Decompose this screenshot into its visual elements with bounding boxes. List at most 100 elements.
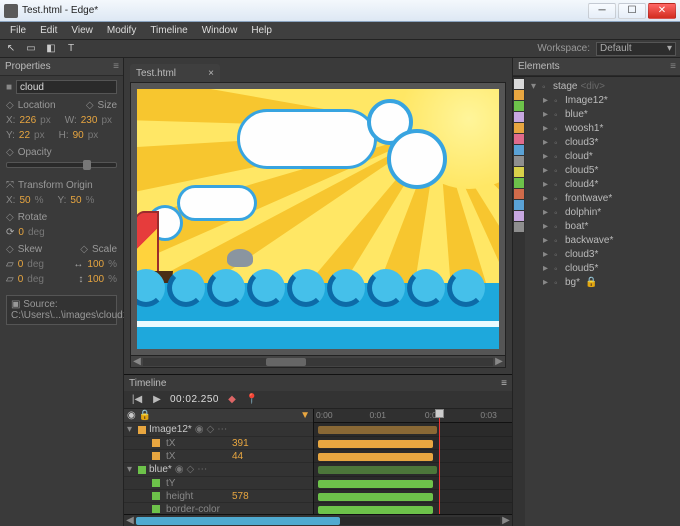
stage-area[interactable]	[130, 82, 506, 356]
element-stage-row[interactable]: ▾ ◦ stage <div>	[525, 79, 680, 93]
twisty-icon[interactable]: ▸	[543, 123, 551, 134]
diamond-icon[interactable]: ◇	[6, 212, 14, 223]
selection-tool-icon[interactable]: ↖	[4, 42, 18, 56]
eye-icon[interactable]: ◦	[554, 250, 562, 258]
rounded-rect-tool-icon[interactable]: ◧	[44, 42, 58, 56]
element-row[interactable]: ▸◦cloud5*	[525, 261, 680, 275]
eye-icon[interactable]: ◦	[554, 166, 562, 174]
skew-x-value[interactable]: 0	[18, 259, 24, 270]
stage-hscroll[interactable]: ◀ ▶	[130, 356, 506, 368]
color-swatch[interactable]	[514, 90, 524, 100]
rectangle-tool-icon[interactable]: ▭	[24, 42, 38, 56]
scale-y-value[interactable]: 100	[87, 274, 104, 285]
element-row[interactable]: ▸◦blue*	[525, 107, 680, 121]
lock-icon[interactable]: 🔒	[139, 410, 151, 421]
playhead-time[interactable]: 00:02.250	[170, 394, 219, 405]
element-row[interactable]: ▸◦dolphin*	[525, 205, 680, 219]
scroll-right-icon[interactable]: ▶	[500, 515, 512, 526]
timeline-hscroll[interactable]: ◀ ▶	[124, 514, 512, 526]
twisty-icon[interactable]: ▸	[543, 249, 551, 260]
diamond-icon[interactable]: ◇	[6, 100, 14, 111]
twisty-icon[interactable]: ▾	[127, 464, 135, 475]
twisty-icon[interactable]: ▸	[543, 137, 551, 148]
twisty-icon[interactable]: ▾	[531, 81, 539, 92]
element-row[interactable]: ▸◦woosh1*	[525, 121, 680, 135]
element-row[interactable]: ▸◦frontwave*	[525, 191, 680, 205]
scroll-thumb[interactable]	[266, 358, 306, 366]
timeline-prop-row[interactable]: tX391	[124, 437, 313, 450]
w-value[interactable]: 230	[81, 115, 98, 126]
playhead[interactable]	[439, 409, 440, 514]
element-row[interactable]: ▸◦backwave*	[525, 233, 680, 247]
diamond-icon[interactable]: ◇	[86, 100, 94, 111]
twisty-icon[interactable]: ▸	[543, 95, 551, 106]
timeline-prop-row[interactable]: border-color	[124, 503, 313, 514]
eye-icon[interactable]: ◦	[554, 222, 562, 230]
timeline-prop-row[interactable]: height578	[124, 490, 313, 503]
color-swatch[interactable]	[514, 101, 524, 111]
eye-icon[interactable]: ◦	[554, 124, 562, 132]
element-row[interactable]: ▸◦bg* 🔒	[525, 275, 680, 289]
layer-color-swatch[interactable]	[138, 466, 146, 474]
tx-value[interactable]: 50	[19, 195, 30, 206]
eye-icon[interactable]: ◦	[554, 96, 562, 104]
menu-view[interactable]: View	[65, 23, 99, 38]
elements-panel-header[interactable]: Elements ≡	[513, 58, 680, 76]
play-button[interactable]: ▶	[150, 393, 164, 407]
stage-tab[interactable]: Test.html ×	[130, 64, 220, 82]
eye-icon[interactable]: ◦	[554, 278, 562, 286]
twisty-icon[interactable]: ▾	[127, 424, 135, 435]
stage-canvas[interactable]	[137, 89, 499, 349]
color-swatch[interactable]	[514, 167, 524, 177]
timeline-layer-row[interactable]: ▾Image12* ◉◇⋯	[124, 423, 313, 437]
timeline-prop-track[interactable]	[314, 503, 512, 514]
element-row[interactable]: ▸◦boat*	[525, 219, 680, 233]
menu-modify[interactable]: Modify	[101, 23, 142, 38]
color-swatch[interactable]	[514, 145, 524, 155]
twisty-icon[interactable]: ▸	[543, 263, 551, 274]
element-row[interactable]: ▸◦cloud3*	[525, 247, 680, 261]
eye-icon[interactable]: ◦	[554, 138, 562, 146]
eye-icon[interactable]: ◉	[195, 424, 204, 435]
timeline-prop-track[interactable]	[314, 477, 512, 490]
elements-tree[interactable]: ▾ ◦ stage <div> ▸◦Image12* ▸◦blue* ▸◦woo…	[525, 77, 680, 526]
scroll-right-icon[interactable]: ▶	[493, 356, 505, 367]
panel-menu-icon[interactable]: ≡	[670, 61, 675, 72]
eye-icon[interactable]: ◉	[175, 464, 184, 475]
menu-window[interactable]: Window	[196, 23, 244, 38]
animation-bar[interactable]	[318, 466, 437, 474]
pin-tool-icon[interactable]: 📍	[245, 393, 259, 407]
color-swatch[interactable]	[514, 112, 524, 122]
timeline-tracks[interactable]: 0:00 0:01 0:02 0:03	[314, 409, 512, 514]
eye-icon[interactable]: ◦	[554, 208, 562, 216]
opacity-slider[interactable]	[6, 162, 117, 168]
h-value[interactable]: 90	[73, 130, 84, 141]
scroll-left-icon[interactable]: ◀	[131, 356, 143, 367]
color-swatch[interactable]	[514, 211, 524, 221]
eye-icon[interactable]: ◦	[554, 110, 562, 118]
lock-icon[interactable]: ◇	[207, 424, 215, 435]
element-row[interactable]: ▸◦cloud*	[525, 149, 680, 163]
menu-file[interactable]: File	[4, 23, 32, 38]
twisty-icon[interactable]: ▸	[543, 221, 551, 232]
color-swatch[interactable]	[514, 123, 524, 133]
color-swatch[interactable]	[514, 134, 524, 144]
element-row[interactable]: ▸◦cloud5*	[525, 163, 680, 177]
menu-help[interactable]: Help	[245, 23, 278, 38]
color-swatch[interactable]	[514, 178, 524, 188]
filter-icon[interactable]: ▼	[300, 410, 310, 421]
more-icon[interactable]: ⋯	[197, 464, 207, 475]
scale-x-value[interactable]: 100	[87, 259, 104, 270]
timeline-track[interactable]	[314, 463, 512, 477]
y-value[interactable]: 22	[19, 130, 30, 141]
text-tool-icon[interactable]: T	[64, 42, 78, 56]
twisty-icon[interactable]: ▸	[543, 151, 551, 162]
prop-value[interactable]: 578	[232, 491, 249, 502]
ty-value[interactable]: 50	[70, 195, 81, 206]
prop-value[interactable]: 44	[232, 451, 243, 462]
element-row[interactable]: ▸◦Image12*	[525, 93, 680, 107]
scroll-thumb[interactable]	[136, 517, 340, 525]
skew-y-value[interactable]: 0	[18, 274, 24, 285]
twisty-icon[interactable]: ▸	[543, 165, 551, 176]
timeline-prop-track[interactable]	[314, 450, 512, 463]
